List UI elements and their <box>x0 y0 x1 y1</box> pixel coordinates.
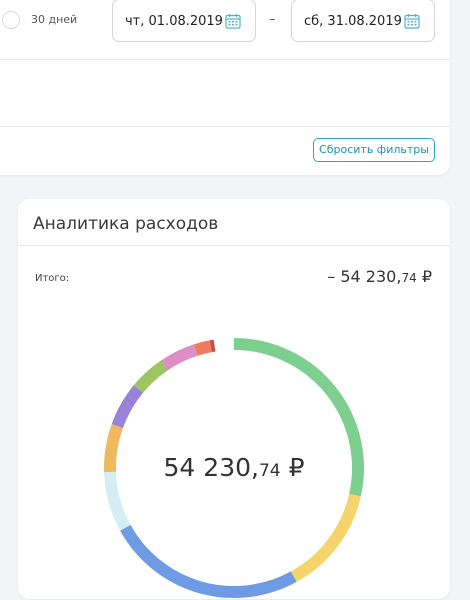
period-30-days-radio[interactable] <box>2 11 20 29</box>
card-divider <box>18 245 450 246</box>
total-fraction: 74 <box>401 271 417 285</box>
reset-filters-button[interactable]: Сбросить фильтры <box>313 138 435 162</box>
donut-segment-2[interactable] <box>290 493 361 582</box>
total-sign: – <box>327 267 341 286</box>
date-to-value: сб, 31.08.2019 <box>304 14 402 29</box>
total-label: Итого: <box>35 273 70 284</box>
filters-divider <box>0 59 450 60</box>
filters-divider <box>0 126 450 127</box>
date-range-separator: – <box>269 12 276 27</box>
total-integer: 54 230, <box>340 267 402 286</box>
donut-segment-7[interactable] <box>133 360 168 393</box>
donut-segment-8[interactable] <box>160 344 198 371</box>
donut-segment-9[interactable] <box>193 340 212 356</box>
date-to-field[interactable]: сб, 31.08.2019 <box>291 0 435 42</box>
center-integer: 54 230, <box>163 453 259 482</box>
calendar-icon[interactable] <box>225 13 241 29</box>
total-currency: ₽ <box>421 267 432 286</box>
center-fraction: 74 <box>258 461 281 481</box>
date-from-field[interactable]: чт, 01.08.2019 <box>112 0 256 42</box>
expense-analytics-card: Аналитика расходов Итого: – 54 230,74 ₽ … <box>18 199 450 599</box>
period-30-days-label[interactable]: 30 дней <box>31 11 77 29</box>
donut-segment-6[interactable] <box>111 385 144 429</box>
expense-donut-chart: 54 230,74 ₽ <box>102 336 366 600</box>
donut-center-total: 54 230,74 ₽ <box>102 451 366 488</box>
donut-segment-3[interactable] <box>120 524 297 598</box>
total-amount: – 54 230,74 ₽ <box>327 267 432 288</box>
period-row: 30 дней чт, 01.08.2019 – сб, 31.08.2019 <box>0 0 450 60</box>
filters-panel: 30 дней чт, 01.08.2019 – сб, 31.08.2019 … <box>0 0 450 175</box>
date-from-value: чт, 01.08.2019 <box>125 14 223 29</box>
donut-segment-10[interactable] <box>209 339 216 353</box>
calendar-icon[interactable] <box>404 13 420 29</box>
center-currency: ₽ <box>288 453 305 482</box>
card-title: Аналитика расходов <box>33 214 219 234</box>
